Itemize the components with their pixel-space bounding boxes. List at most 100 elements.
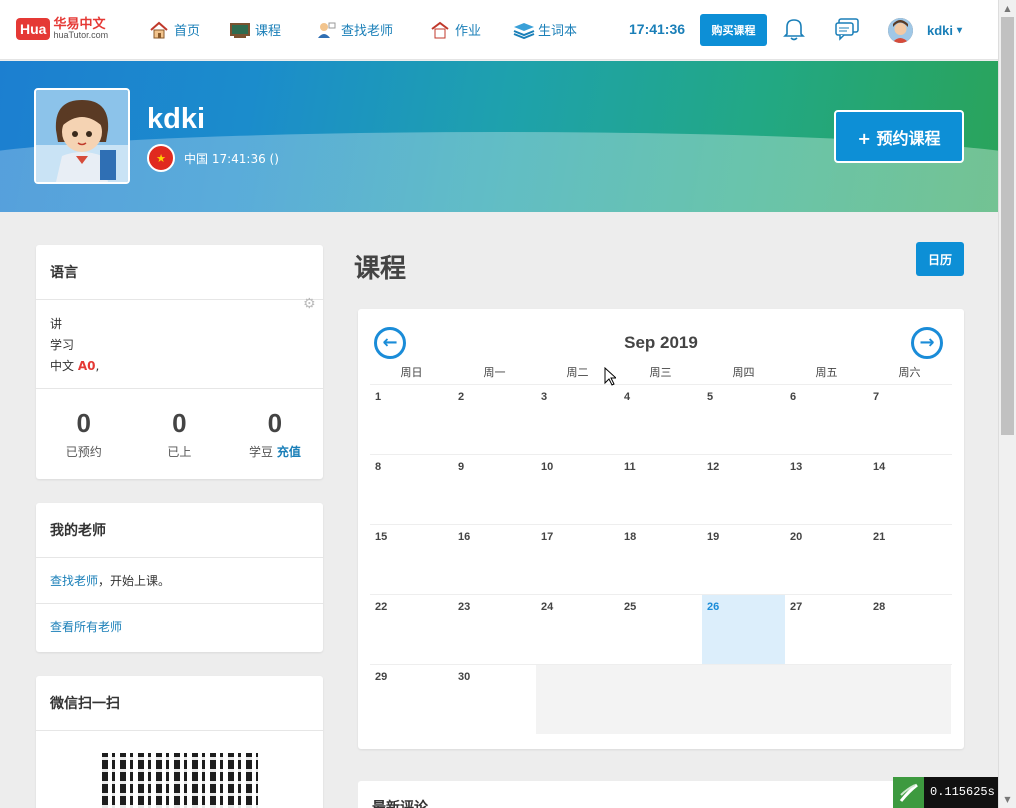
- card-title: 语言: [50, 265, 78, 281]
- buy-course-button[interactable]: 购买课程: [700, 14, 767, 46]
- calendar-day-number: 4: [624, 391, 631, 403]
- divider: [36, 388, 323, 389]
- calendar-week-row: 15 16 17 18 19 20 21: [370, 524, 952, 594]
- calendar-day-number: 1: [375, 391, 382, 403]
- calendar-day-cell[interactable]: 24: [536, 595, 619, 664]
- calendar-day-cell[interactable]: 28: [868, 595, 951, 664]
- calendar-day-number: 23: [458, 601, 471, 613]
- next-month-arrow-icon[interactable]: →: [911, 327, 943, 359]
- language-level: A0: [77, 359, 96, 373]
- logo-en: huaTutor.com: [53, 30, 109, 40]
- calendar-day-number: 17: [541, 531, 554, 543]
- card-title: 我的老师: [50, 523, 106, 539]
- profile-location: 中国 17:41:36 (): [184, 152, 279, 166]
- calendar-day-number: 27: [790, 601, 803, 613]
- nav-item-courses[interactable]: 课程: [230, 20, 281, 39]
- stat-number: 0: [76, 408, 92, 438]
- recharge-link[interactable]: 充值: [277, 445, 301, 459]
- calendar-day-cell[interactable]: 8: [370, 455, 453, 524]
- qr-code-pattern: [102, 753, 258, 808]
- profile-name: kdki: [147, 103, 206, 135]
- my-teachers-card: 我的老师 查找老师，开始上课。 查看所有老师: [36, 503, 323, 652]
- logo-badge: Hua: [16, 18, 51, 40]
- card-title: 微信扫一扫: [50, 696, 120, 712]
- calendar-day-cell[interactable]: 26: [702, 595, 785, 664]
- calendar-day-cell[interactable]: 19: [702, 525, 785, 594]
- book-course-button[interactable]: + 预约课程: [834, 110, 964, 163]
- weekday-label: 周一: [483, 366, 506, 379]
- calendar-day-cell[interactable]: 4: [619, 385, 702, 454]
- calendar-day-cell[interactable]: 23: [453, 595, 536, 664]
- calendar-day-number: 3: [541, 391, 548, 403]
- calendar-day-cell[interactable]: 3: [536, 385, 619, 454]
- calendar-day-cell[interactable]: 1: [370, 385, 453, 454]
- calendar-month: Sep 2019: [624, 333, 698, 352]
- calendar-day-cell[interactable]: 14: [868, 455, 951, 524]
- calendar-day-number: 21: [873, 531, 886, 543]
- nav-item-homework[interactable]: 作业: [430, 20, 481, 39]
- calendar-day-cell[interactable]: 15: [370, 525, 453, 594]
- calendar-day-cell[interactable]: 7: [868, 385, 951, 454]
- calendar-day-number: 12: [707, 461, 720, 473]
- stat-label: 学豆: [248, 445, 273, 459]
- scroll-down-arrow-icon[interactable]: ▼: [999, 791, 1016, 808]
- calendar-empty-cell: [536, 665, 619, 734]
- logo[interactable]: Hua 华易中文 huaTutor.com: [16, 13, 108, 45]
- nav-item-label: 课程: [255, 24, 282, 39]
- calendar-day-number: 6: [790, 391, 797, 403]
- calendar-day-number: 7: [873, 391, 880, 403]
- calendar-day-cell[interactable]: 16: [453, 525, 536, 594]
- calendar-day-cell[interactable]: 27: [785, 595, 868, 664]
- calendar-day-cell[interactable]: 2: [453, 385, 536, 454]
- gear-icon[interactable]: ⚙: [303, 296, 316, 312]
- calendar-day-cell[interactable]: 11: [619, 455, 702, 524]
- calendar-day-number: 2: [458, 391, 465, 403]
- reviews-card: 最新评论: [358, 781, 964, 808]
- stat-attended: 0 已上: [132, 403, 228, 460]
- nav-item-find-teacher[interactable]: 查找老师: [316, 20, 393, 39]
- scrollbar[interactable]: ▲ ▼: [998, 0, 1016, 808]
- calendar-day-cell[interactable]: 5: [702, 385, 785, 454]
- speaks-label: 讲: [50, 317, 63, 331]
- calendar-week-row: 8 9 10 11 12 13 14: [370, 454, 952, 524]
- logo-text: 华易中文 huaTutor.com: [53, 18, 108, 40]
- calendar-day-cell[interactable]: 12: [702, 455, 785, 524]
- find-teacher-line: 查找老师，开始上课。: [36, 558, 323, 603]
- calendar-empty-cell: [619, 665, 702, 734]
- nav-item-vocabulary[interactable]: 生词本: [513, 20, 577, 39]
- calendar-day-cell[interactable]: 6: [785, 385, 868, 454]
- find-teacher-link[interactable]: 查找老师: [50, 574, 98, 588]
- language-name: 中文: [50, 359, 75, 373]
- calendar-day-cell[interactable]: 10: [536, 455, 619, 524]
- user-menu[interactable]: kdki ▾: [888, 18, 962, 43]
- bell-icon[interactable]: [782, 16, 806, 46]
- calendar-day-cell[interactable]: 18: [619, 525, 702, 594]
- calendar-day-number: 5: [707, 391, 714, 403]
- calendar-day-cell[interactable]: 9: [453, 455, 536, 524]
- scroll-up-arrow-icon[interactable]: ▲: [999, 0, 1016, 17]
- scrollbar-thumb[interactable]: [1001, 17, 1014, 435]
- calendar-week-row: 1 2 3 4 5 6 7: [370, 384, 952, 454]
- nav-item-home[interactable]: 首页: [149, 20, 200, 39]
- weekday-label: 周四: [732, 366, 755, 379]
- stat-booked: 0 已预约: [36, 403, 132, 460]
- calendar-empty-cell: [785, 665, 868, 734]
- language-details: 讲 学习 中文 A0,: [36, 300, 323, 377]
- calendar-day-cell[interactable]: 30: [453, 665, 536, 734]
- calendar-grid: 1 2 3 4 5 6 7 8 9 10 11 12 13 14 15 16 17 18 19 20 21 22 23 24 2…: [370, 384, 952, 734]
- language-trailing: ,: [95, 359, 100, 373]
- wechat-card: 微信扫一扫: [36, 676, 323, 808]
- weekday-label: 周三: [649, 366, 672, 379]
- chat-icon[interactable]: [834, 17, 860, 45]
- calendar-day-cell[interactable]: 20: [785, 525, 868, 594]
- calendar-day-number: 11: [624, 461, 636, 473]
- profile-avatar: [34, 88, 130, 184]
- calendar-day-cell[interactable]: 29: [370, 665, 453, 734]
- calendar-day-cell[interactable]: 17: [536, 525, 619, 594]
- calendar-button[interactable]: 日历: [916, 242, 964, 276]
- calendar-day-cell[interactable]: 21: [868, 525, 951, 594]
- calendar-day-cell[interactable]: 22: [370, 595, 453, 664]
- all-teachers-link[interactable]: 查看所有老师: [36, 604, 323, 649]
- calendar-day-cell[interactable]: 13: [785, 455, 868, 524]
- calendar-day-cell[interactable]: 25: [619, 595, 702, 664]
